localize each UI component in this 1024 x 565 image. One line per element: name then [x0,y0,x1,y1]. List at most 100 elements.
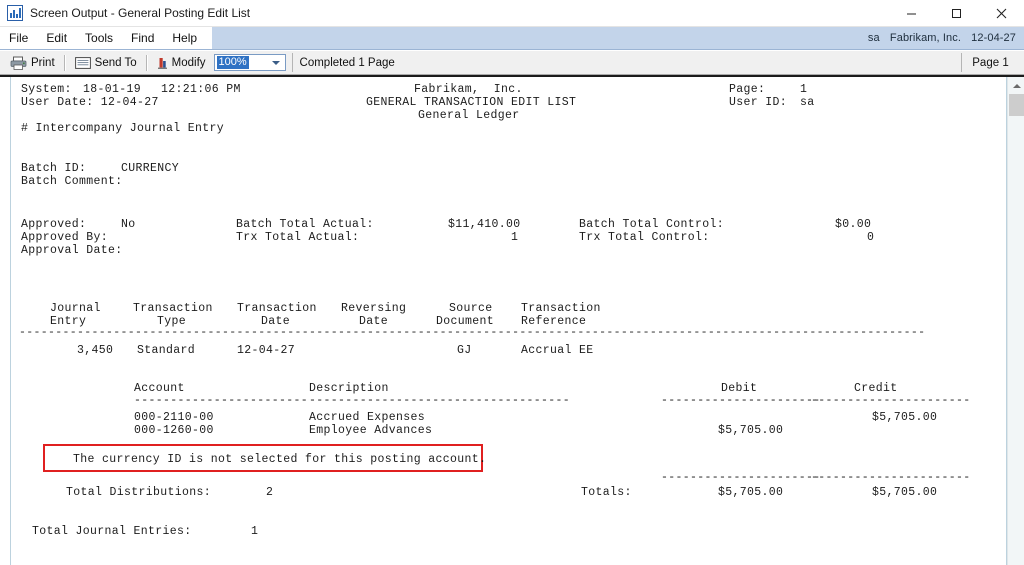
journal-entry-number: 3,450 [77,344,114,357]
menu-item-find[interactable]: Find [122,27,163,49]
vertical-scrollbar[interactable] [1007,77,1024,565]
send-to-button[interactable]: Send To [71,52,141,73]
chevron-down-icon[interactable] [271,60,280,65]
rule-debit: ---------------------- [661,394,821,407]
status-date: 12-04-27 [971,32,1016,44]
completion-status: Completed 1 Page [291,53,957,72]
dist-description-1: Accrued Expenses [309,411,426,424]
zoom-value: 100% [216,56,249,69]
print-label: Print [31,56,55,69]
send-to-label: Send To [94,56,137,69]
batch-total-control-value: $0.00 [835,218,872,231]
totals-credit: $5,705.00 [872,486,938,499]
intercompany-note: # Intercompany Journal Entry [21,122,225,135]
total-journal-entries-label: Total Journal Entries: [32,525,192,538]
report-text: System: 18-01-19 12:21:06 PM User Date: … [11,77,1006,565]
col-trxref-1: Transaction [521,302,601,315]
page-indicator: Page 1 [961,53,1019,72]
col-trxtype-1: Transaction [133,302,213,315]
approved-label: Approved: [21,218,87,231]
error-message: The currency ID is not selected for this… [73,453,487,466]
report-company: Fabrikam, Inc. [414,83,523,96]
journal-header-rule: ----------------------------------------… [19,326,926,339]
report-title: GENERAL TRANSACTION EDIT LIST [366,96,577,109]
menu-items: File Edit Tools Find Help [0,27,213,49]
menu-item-tools[interactable]: Tools [76,27,122,49]
journal-reference: Accrual EE [521,344,594,357]
menu-item-edit[interactable]: Edit [37,27,76,49]
screen-output-window: Screen Output - General Posting Edit Lis… [0,0,1024,565]
maximize-icon[interactable] [934,0,979,26]
scrollbar-thumb[interactable] [1009,94,1024,116]
modify-icon [157,57,167,69]
report-module: General Ledger [418,109,520,122]
modify-label: Modify [171,56,206,69]
menu-bar-status: sa Fabrikam, Inc. 12-04-27 [861,32,1024,44]
menu-item-file[interactable]: File [0,27,37,49]
journal-source-document: GJ [457,344,472,357]
batch-total-control-label: Batch Total Control: [579,218,725,231]
batch-id-value: CURRENCY [121,162,180,175]
menu-item-help[interactable]: Help [163,27,206,49]
modify-button[interactable]: Modify [153,52,210,73]
user-id-label: User ID: [729,96,788,109]
rule-credit: ---------------------- [811,394,971,407]
system-label: System: [21,83,72,96]
trx-total-actual-label: Trx Total Actual: [236,231,360,244]
totals-debit: $5,705.00 [718,486,784,499]
envelope-icon [74,56,91,69]
dist-credit-1: $5,705.00 [872,411,938,424]
report-chart-icon [7,5,23,21]
toolbar: Print Send To Modify 100% Completed 1 Pa… [0,50,1024,75]
title-bar: Screen Output - General Posting Edit Lis… [0,0,1024,27]
journal-entry-type: Standard [137,344,196,357]
journal-entry-date: 12-04-27 [237,344,296,357]
total-journal-entries-value: 1 [251,525,259,538]
batch-total-actual-label: Batch Total Actual: [236,218,374,231]
batch-comment-label: Batch Comment: [21,175,123,188]
dist-debit-2: $5,705.00 [718,424,784,437]
status-user: sa [867,32,880,44]
rule-description: ------------------------------------ [309,394,571,407]
menu-bar: File Edit Tools Find Help sa Fabrikam, I… [0,27,1024,50]
col-revdate-1: Reversing [341,302,407,315]
trx-total-control-label: Trx Total Control: [579,231,710,244]
dist-account-2: 000-1260-00 [134,424,214,437]
trx-total-actual-value: 1 [511,231,519,244]
window-controls [889,0,1024,26]
rule-account: ------------------------ [134,394,309,407]
window-title: Screen Output - General Posting Edit Lis… [30,6,251,20]
total-distributions-label: Total Distributions: [66,486,212,499]
approved-by-label: Approved By: [21,231,109,244]
col-srcdoc-1: Source [449,302,493,315]
report-body: System: 18-01-19 12:21:06 PM User Date: … [0,75,1024,565]
approval-date-label: Approval Date: [21,244,123,257]
batch-total-actual-value: $11,410.00 [448,218,521,231]
totals-rule-credit: ---------------------- [811,471,971,484]
zoom-select[interactable]: 100% [213,54,286,71]
system-time: 12:21:06 PM [161,83,241,96]
dist-account-1: 000-2110-00 [134,411,214,424]
totals-rule-debit: ---------------------- [661,471,821,484]
page-label: Page: [729,83,766,96]
approved-value: No [121,218,136,231]
total-distributions-value: 2 [266,486,274,499]
col-journal-1: Journal [50,302,101,315]
system-date: 18-01-19 [83,83,142,96]
toolbar-separator-1 [63,54,66,71]
toolbar-separator-2 [145,54,148,71]
page-value: 1 [800,83,808,96]
batch-id-label: Batch ID: [21,162,87,175]
dist-description-2: Employee Advances [309,424,433,437]
report-page: System: 18-01-19 12:21:06 PM User Date: … [10,77,1007,565]
printer-icon [10,56,27,70]
print-button[interactable]: Print [6,52,59,73]
trx-total-control-value: 0 [867,231,875,244]
scroll-up-icon[interactable] [1008,77,1024,94]
user-date: User Date: 12-04-27 [21,96,159,109]
minimize-icon[interactable] [889,0,934,26]
status-company: Fabrikam, Inc. [889,32,961,44]
close-icon[interactable] [979,0,1024,26]
col-trxdate-1: Transaction [237,302,317,315]
totals-label: Totals: [581,486,632,499]
